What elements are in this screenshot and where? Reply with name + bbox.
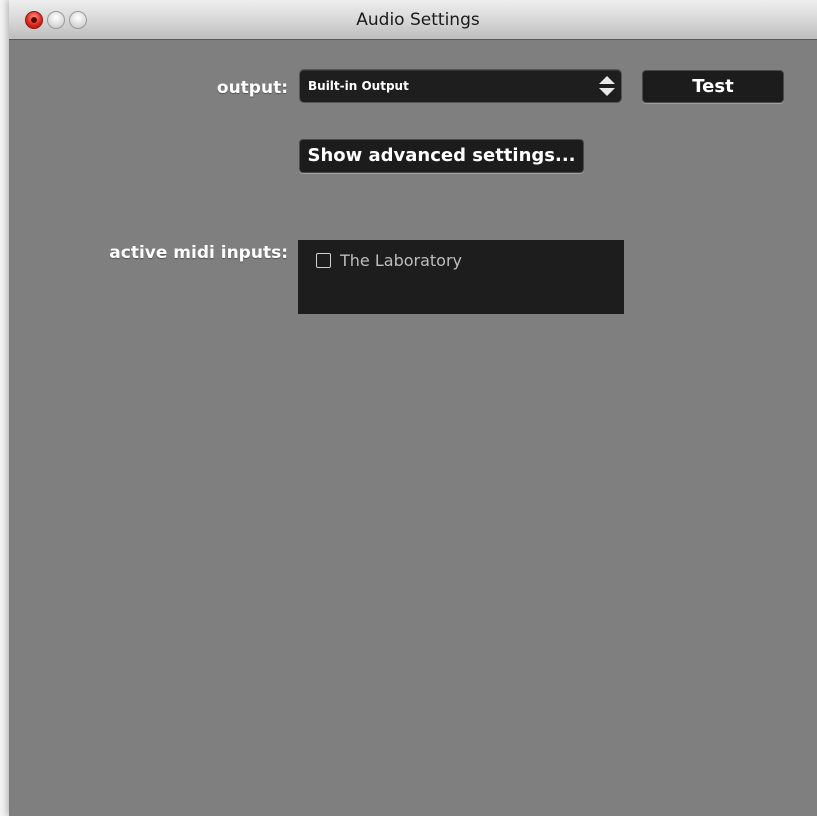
audio-settings-window: Audio Settings output: Built-in Output T…: [9, 0, 817, 816]
show-advanced-settings-button[interactable]: Show advanced settings...: [299, 139, 584, 173]
window-title: Audio Settings: [356, 10, 480, 30]
output-select[interactable]: Built-in Output: [299, 69, 622, 103]
output-select-value: Built-in Output: [308, 79, 409, 93]
output-label: output:: [216, 78, 288, 98]
title-bar[interactable]: Audio Settings: [9, 0, 817, 40]
updown-arrows-icon: [599, 76, 615, 96]
test-button[interactable]: Test: [642, 70, 784, 103]
midi-inputs-list: The Laboratory: [298, 240, 624, 314]
midi-input-label: The Laboratory: [340, 251, 462, 270]
midi-input-checkbox[interactable]: [316, 253, 331, 268]
midi-inputs-label: active midi inputs:: [109, 243, 288, 263]
